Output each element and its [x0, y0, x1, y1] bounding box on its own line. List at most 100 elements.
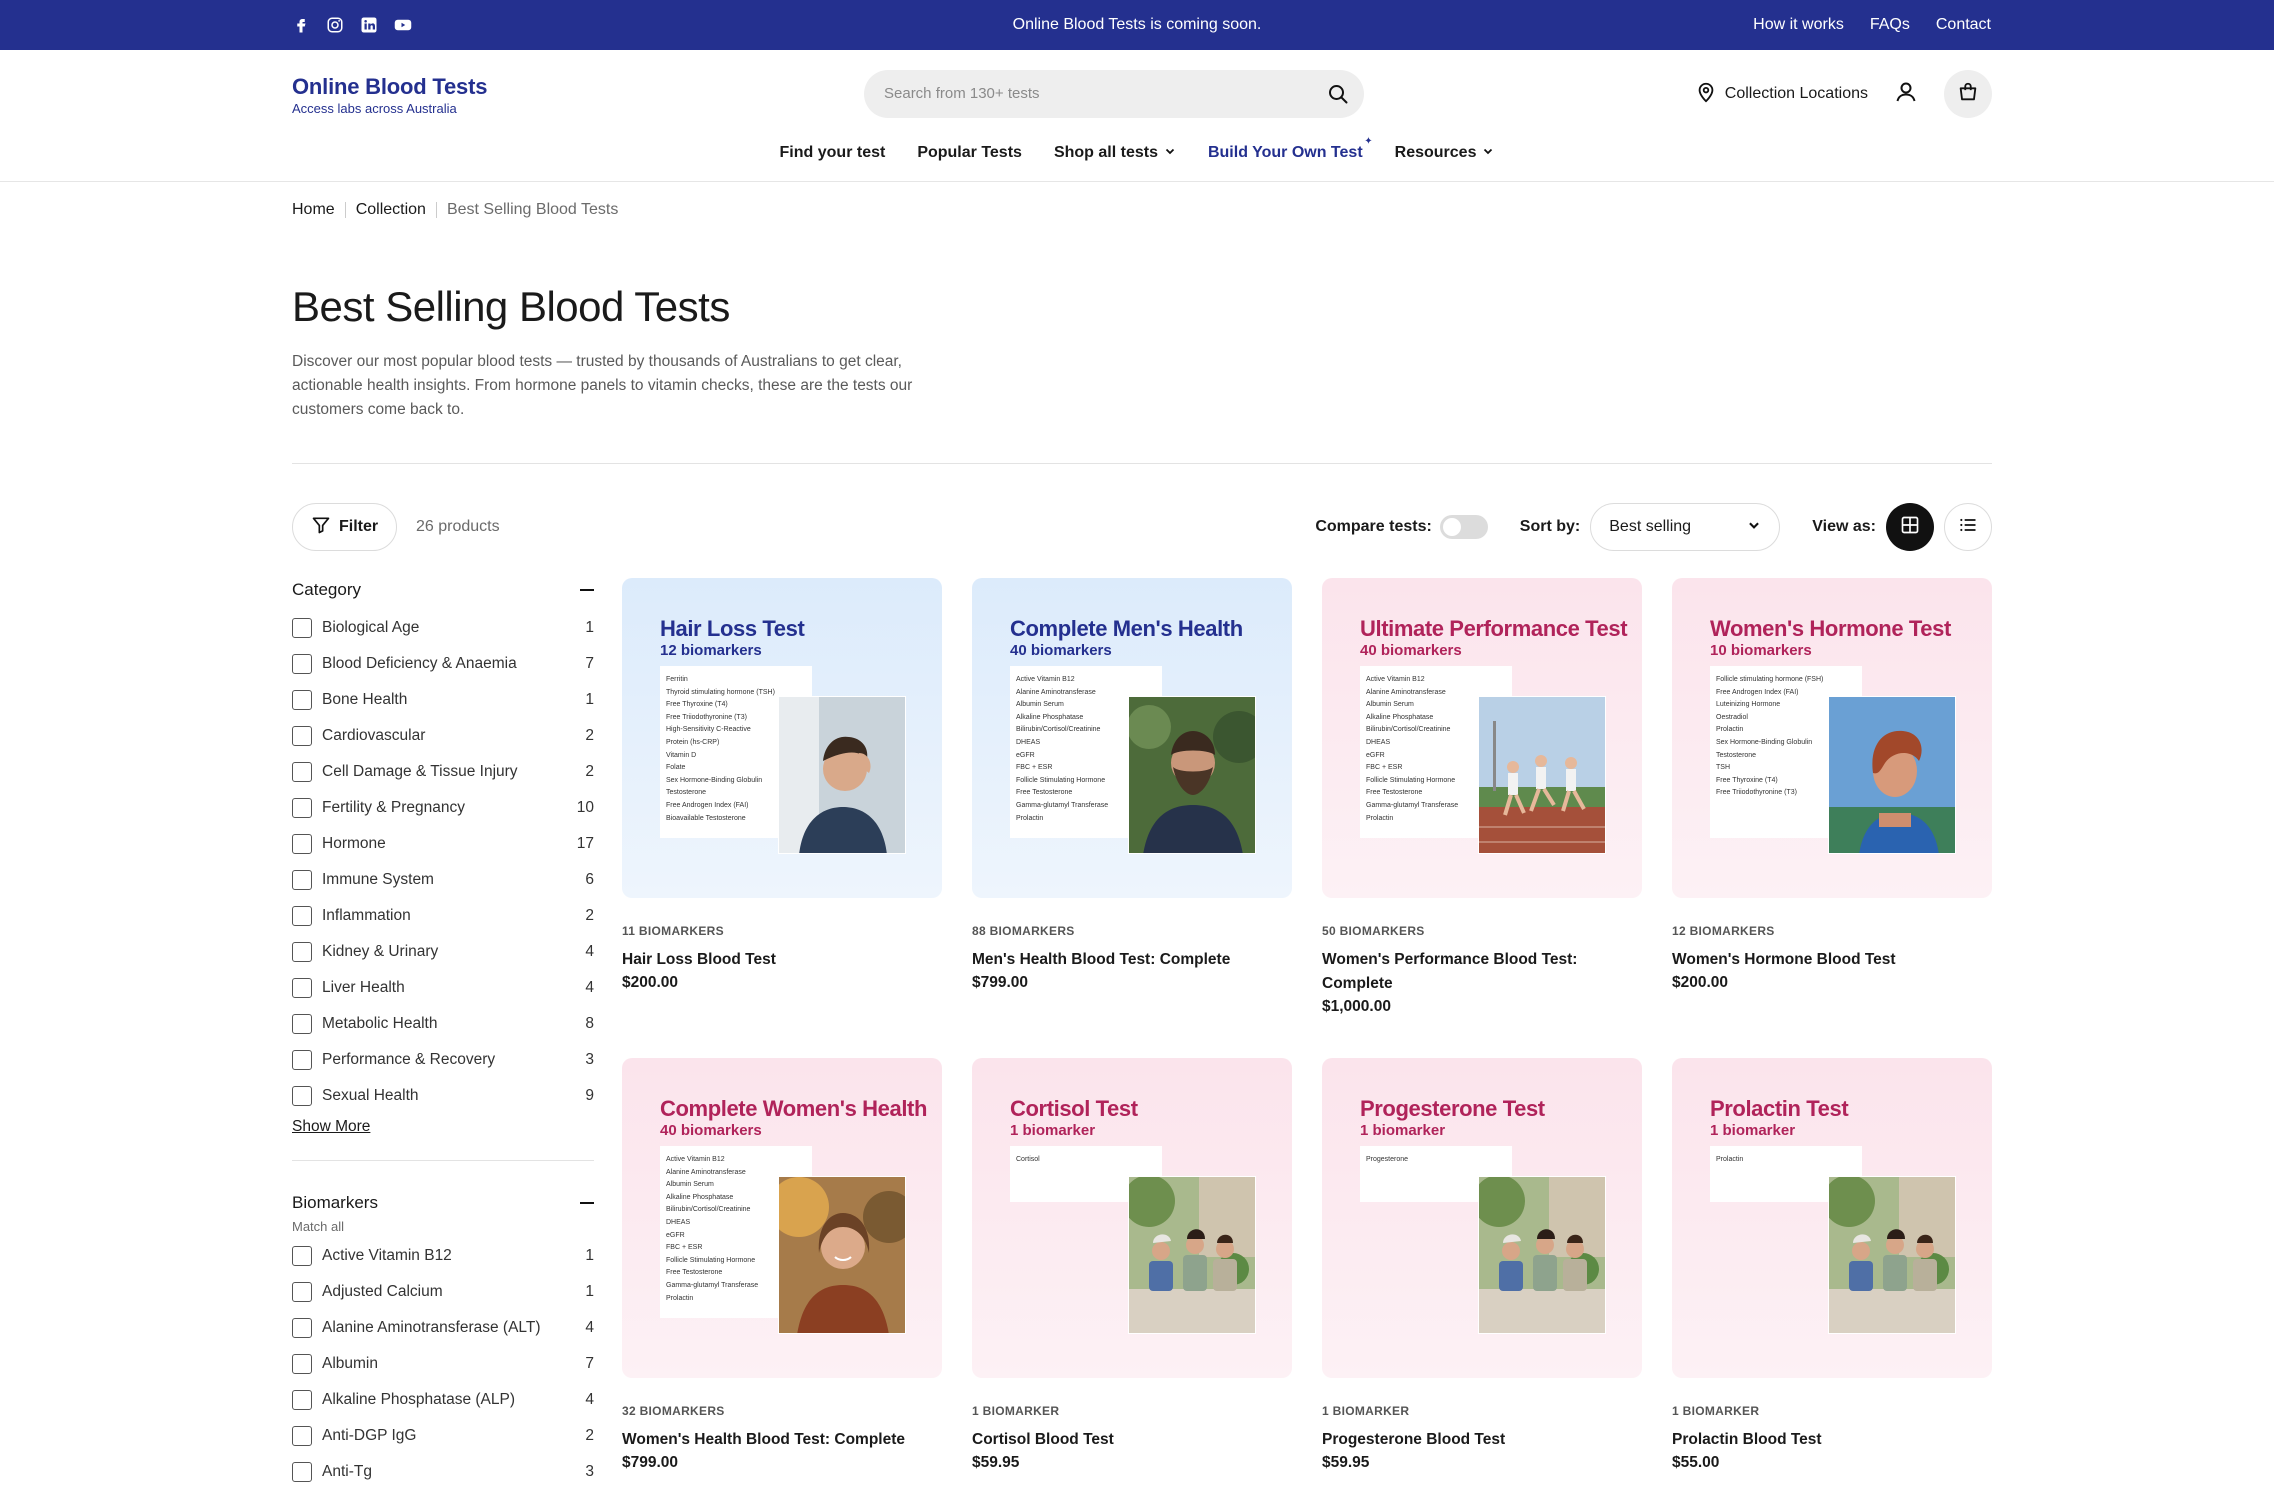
product-image[interactable]: Complete Women's Health 40 biomarkers Ac… [622, 1058, 942, 1378]
filter-option[interactable]: Liver Health 4 [292, 970, 594, 1006]
sort-select[interactable]: Best selling [1590, 503, 1781, 551]
nav-popular-tests[interactable]: Popular Tests [917, 144, 1022, 162]
filter-option[interactable]: Bone Health 1 [292, 682, 594, 718]
filter-option[interactable]: Active Vitamin B12 1 [292, 1238, 594, 1274]
filter-option[interactable]: Kidney & Urinary 4 [292, 934, 594, 970]
product-name[interactable]: Women's Health Blood Test: Complete [622, 1428, 942, 1452]
product-image[interactable]: Ultimate Performance Test 40 biomarkers … [1322, 578, 1642, 898]
link-how-it-works[interactable]: How it works [1753, 16, 1844, 34]
checkbox[interactable] [292, 726, 312, 746]
filter-option[interactable]: Albumin 7 [292, 1346, 594, 1382]
checkbox[interactable] [292, 1282, 312, 1302]
filter-option[interactable]: Blood Deficiency & Anaemia 7 [292, 646, 594, 682]
collection-locations-link[interactable]: Collection Locations [1695, 81, 1868, 108]
product-name[interactable]: Cortisol Blood Test [972, 1428, 1292, 1452]
link-contact[interactable]: Contact [1936, 16, 1991, 34]
checkbox[interactable] [292, 762, 312, 782]
product-card[interactable]: Ultimate Performance Test 40 biomarkers … [1322, 578, 1642, 1058]
filter-option-count: 4 [585, 1391, 594, 1408]
filter-option-label: Inflammation [322, 907, 411, 924]
checkbox[interactable] [292, 654, 312, 674]
product-card[interactable]: Women's Hormone Test 10 biomarkers Folli… [1672, 578, 1992, 1058]
checkbox[interactable] [292, 942, 312, 962]
filter-option[interactable]: Cardiovascular 2 [292, 718, 594, 754]
filter-option[interactable]: Inflammation 2 [292, 898, 594, 934]
filter-option[interactable]: Alanine Aminotransferase (ALT) 4 [292, 1310, 594, 1346]
filter-option[interactable]: Immune System 6 [292, 862, 594, 898]
filter-option[interactable]: Sexual Health 9 [292, 1078, 594, 1114]
checkbox[interactable] [292, 1050, 312, 1070]
filter-option[interactable]: Metabolic Health 8 [292, 1006, 594, 1042]
checkbox[interactable] [292, 1086, 312, 1106]
filter-option[interactable]: Anti-DGP IgG 2 [292, 1418, 594, 1454]
filter-option-label: Fertility & Pregnancy [322, 799, 465, 816]
breadcrumb-home[interactable]: Home [292, 201, 335, 219]
product-price: $200.00 [1672, 974, 1729, 991]
checkbox[interactable] [292, 798, 312, 818]
product-image-title: Progesterone Test [1360, 1096, 1545, 1121]
filter-option[interactable]: Performance & Recovery 3 [292, 1042, 594, 1078]
product-image[interactable]: Cortisol Test 1 biomarker Cortisol [972, 1058, 1292, 1378]
biomarker-count: 88 BIOMARKERS [972, 924, 1075, 938]
checkbox[interactable] [292, 618, 312, 638]
filter-option[interactable]: Biological Age 1 [292, 610, 594, 646]
nav-shop-all-tests[interactable]: Shop all tests [1054, 144, 1176, 162]
link-faqs[interactable]: FAQs [1870, 16, 1910, 34]
list-view-button[interactable] [1944, 503, 1992, 551]
filter-option[interactable]: Hormone 17 [292, 826, 594, 862]
product-image[interactable]: Progesterone Test 1 biomarker Progestero… [1322, 1058, 1642, 1378]
filter-option[interactable]: Alkaline Phosphatase (ALP) 4 [292, 1382, 594, 1418]
nav-build-your-own-test[interactable]: Build Your Own Test ✦ [1208, 136, 1373, 162]
filter-option[interactable]: Fertility & Pregnancy 10 [292, 790, 594, 826]
checkbox[interactable] [292, 1246, 312, 1266]
site-logo[interactable]: Online Blood Tests Access labs across Au… [292, 74, 487, 116]
checkbox[interactable] [292, 834, 312, 854]
filter-option-count: 9 [585, 1087, 594, 1104]
product-name[interactable]: Prolactin Blood Test [1672, 1428, 1992, 1452]
show-more-link[interactable]: Show More [292, 1118, 370, 1136]
product-card[interactable]: Complete Women's Health 40 biomarkers Ac… [622, 1058, 942, 1498]
product-card[interactable]: Prolactin Test 1 biomarker Prolactin 1 B… [1672, 1058, 1992, 1498]
product-name[interactable]: Men's Health Blood Test: Complete [972, 948, 1292, 972]
filter-option[interactable]: Cell Damage & Tissue Injury 2 [292, 754, 594, 790]
checkbox[interactable] [292, 1426, 312, 1446]
product-card[interactable]: Progesterone Test 1 biomarker Progestero… [1322, 1058, 1642, 1498]
grid-view-button[interactable] [1886, 503, 1934, 551]
checkbox[interactable] [292, 690, 312, 710]
breadcrumb-collection[interactable]: Collection [356, 201, 426, 219]
product-image-subtitle: 40 biomarkers [1010, 642, 1112, 659]
checkbox[interactable] [292, 1318, 312, 1338]
filter-option[interactable]: Adjusted Calcium 1 [292, 1274, 594, 1310]
product-image[interactable]: Hair Loss Test 12 biomarkers Ferritin Thy… [622, 578, 942, 898]
search-input[interactable]: Search from 130+ tests [864, 70, 1364, 118]
biomarkers-header[interactable]: Biomarkers [292, 1191, 594, 1215]
product-name[interactable]: Progesterone Blood Test [1322, 1428, 1642, 1452]
product-card[interactable]: Cortisol Test 1 biomarker Cortisol 1 BIO… [972, 1058, 1292, 1498]
cart-button[interactable] [1944, 70, 1992, 118]
product-card[interactable]: Complete Men's Health 40 biomarkers Acti… [972, 578, 1292, 1058]
product-image[interactable]: Prolactin Test 1 biomarker Prolactin [1672, 1058, 1992, 1378]
filter-option[interactable]: Anti-Tg 3 [292, 1454, 594, 1490]
nav-find-your-test[interactable]: Find your test [780, 144, 886, 162]
product-image[interactable]: Complete Men's Health 40 biomarkers Acti… [972, 578, 1292, 898]
collapse-icon[interactable] [580, 589, 594, 591]
checkbox[interactable] [292, 906, 312, 926]
checkbox[interactable] [292, 870, 312, 890]
compare-toggle[interactable] [1439, 515, 1488, 539]
category-header[interactable]: Category [292, 578, 594, 602]
filter-button[interactable]: Filter [292, 503, 398, 551]
checkbox[interactable] [292, 1014, 312, 1034]
product-name[interactable]: Hair Loss Blood Test [622, 948, 942, 972]
nav-resources[interactable]: Resources [1395, 144, 1495, 162]
product-name[interactable]: Women's Hormone Blood Test [1672, 948, 1992, 972]
collapse-icon[interactable] [580, 1202, 594, 1204]
checkbox[interactable] [292, 1462, 312, 1482]
product-card[interactable]: Hair Loss Test 12 biomarkers Ferritin Thy… [622, 578, 942, 1058]
checkbox[interactable] [292, 1354, 312, 1374]
account-icon[interactable] [1894, 80, 1918, 109]
product-name[interactable]: Women's Performance Blood Test: Complete [1322, 948, 1642, 996]
checkbox[interactable] [292, 978, 312, 998]
search-icon[interactable] [1326, 82, 1350, 106]
checkbox[interactable] [292, 1390, 312, 1410]
product-image[interactable]: Women's Hormone Test 10 biomarkers Folli… [1672, 578, 1992, 898]
